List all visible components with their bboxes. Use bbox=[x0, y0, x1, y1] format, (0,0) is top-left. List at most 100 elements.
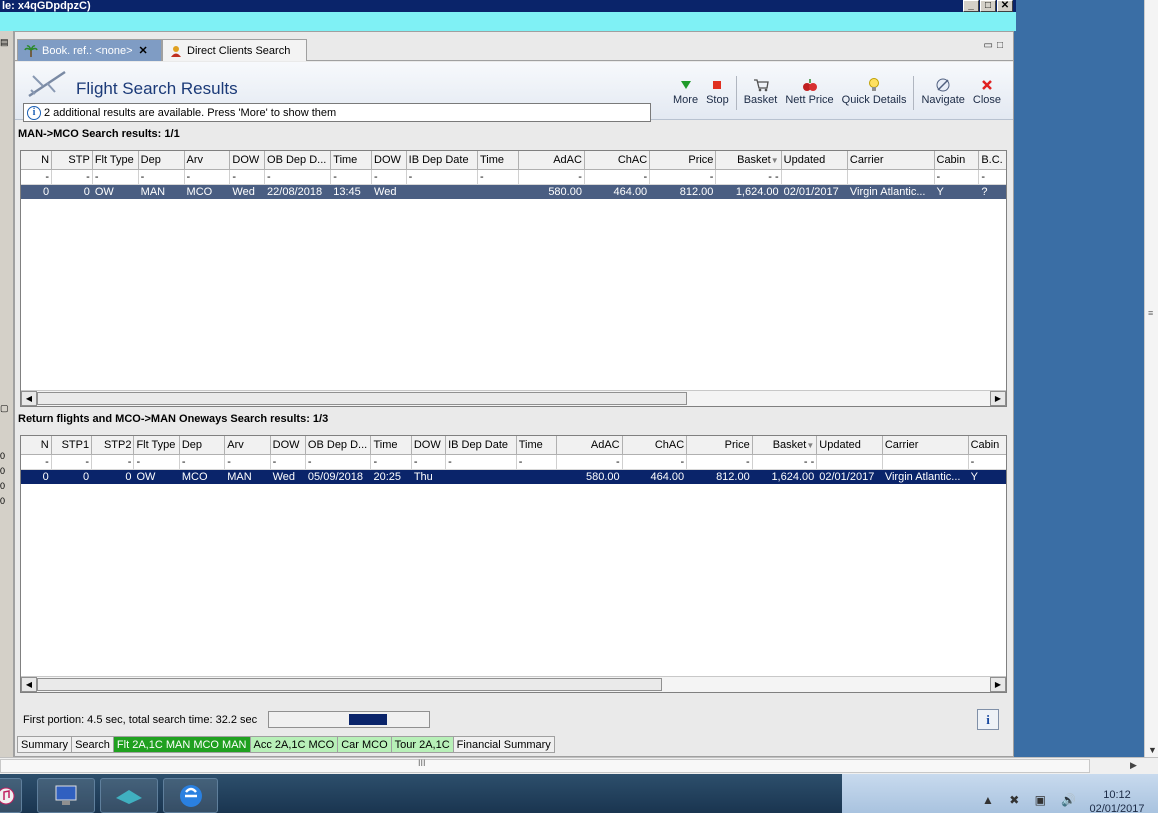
component-tab[interactable]: Financial Summary bbox=[452, 736, 555, 753]
filter-cell[interactable]: - bbox=[411, 454, 447, 470]
filter-cell[interactable]: - bbox=[133, 454, 180, 470]
column-header[interactable]: ChAC bbox=[584, 151, 651, 170]
filter-cell[interactable]: - bbox=[305, 454, 372, 470]
component-tab[interactable]: Flt 2A,1C MAN MCO MAN bbox=[112, 736, 251, 753]
column-header[interactable]: AdAC bbox=[556, 436, 623, 455]
close-tab-icon[interactable]: ✕ bbox=[139, 44, 148, 57]
maximize-button[interactable]: □ bbox=[980, 0, 996, 12]
column-header[interactable]: IB Dep Date bbox=[406, 151, 478, 170]
column-header[interactable]: OB Dep D... bbox=[305, 436, 372, 455]
component-tab[interactable]: Tour 2A,1C bbox=[390, 736, 454, 753]
taskbar-music-icon[interactable] bbox=[0, 778, 22, 813]
column-header[interactable]: N bbox=[21, 436, 52, 455]
filter-cell[interactable]: - bbox=[968, 454, 1006, 470]
filter-cell[interactable]: - bbox=[91, 454, 135, 470]
column-header[interactable]: Price bbox=[686, 436, 753, 455]
filter-cell[interactable]: - bbox=[21, 454, 52, 470]
filter-cell[interactable] bbox=[816, 454, 883, 470]
info-button[interactable]: i bbox=[977, 709, 999, 730]
column-header[interactable]: DOW bbox=[371, 151, 407, 170]
minimize-button[interactable]: _ bbox=[963, 0, 979, 12]
tab-direct-clients-search[interactable]: Direct Clients Search bbox=[162, 39, 307, 61]
filter-cell[interactable]: - bbox=[224, 454, 271, 470]
table-row[interactable]: 0 0 OW MAN MCO Wed 22/08/2018 13:45 Wed 580.00 464… bbox=[21, 184, 1006, 199]
filter-cell[interactable]: - bbox=[21, 169, 53, 185]
close-button[interactable]: Close bbox=[969, 76, 1005, 106]
filter-cell[interactable]: - bbox=[330, 169, 373, 185]
tray-icons[interactable]: ▲ ✖ ▣ 🔊 bbox=[982, 793, 1082, 807]
scroll-down-arrow-icon[interactable]: ▼ bbox=[1148, 745, 1157, 755]
column-header[interactable]: Cabin bbox=[934, 151, 980, 170]
filter-cell[interactable]: - bbox=[264, 169, 332, 185]
column-header[interactable]: DOW bbox=[411, 436, 447, 455]
filter-cell[interactable]: - bbox=[477, 169, 519, 185]
scroll-right-arrow-icon[interactable]: ▶ bbox=[1130, 760, 1137, 771]
basket-button[interactable]: Basket bbox=[740, 76, 782, 106]
column-header[interactable]: N bbox=[21, 151, 53, 170]
filter-cell[interactable]: - bbox=[406, 169, 478, 185]
component-tab[interactable]: Car MCO bbox=[337, 736, 392, 753]
column-header[interactable]: STP bbox=[51, 151, 93, 170]
tab-booking[interactable]: Book. ref.: <none> ✕ bbox=[17, 39, 162, 61]
column-header[interactable]: B.C. bbox=[978, 151, 1006, 170]
filter-cell[interactable]: - bbox=[51, 454, 93, 470]
filter-cell[interactable]: - bbox=[584, 169, 651, 185]
filter-row[interactable]: --------------- --- bbox=[21, 169, 1006, 185]
scroll-left-arrow-icon[interactable]: ◀ bbox=[21, 677, 37, 692]
column-header[interactable]: STP2 bbox=[91, 436, 135, 455]
filter-cell[interactable]: - bbox=[556, 454, 623, 470]
filter-cell[interactable]: - bbox=[371, 169, 407, 185]
filter-row[interactable]: ---------------- -- bbox=[21, 454, 1006, 470]
filter-cell[interactable]: - bbox=[184, 169, 231, 185]
column-header[interactable]: Time bbox=[370, 436, 412, 455]
scroll-thumb[interactable] bbox=[37, 678, 662, 691]
scroll-right-arrow-icon[interactable]: ▶ bbox=[990, 677, 1006, 692]
column-header[interactable]: Time bbox=[330, 151, 373, 170]
column-header[interactable]: Dep bbox=[138, 151, 185, 170]
column-header[interactable]: DOW bbox=[229, 151, 266, 170]
filter-cell[interactable]: - bbox=[978, 169, 1006, 185]
column-header[interactable]: ChAC bbox=[622, 436, 688, 455]
filter-cell[interactable] bbox=[847, 169, 935, 185]
nett-price-button[interactable]: Nett Price bbox=[781, 76, 837, 106]
component-tab[interactable]: Summary bbox=[17, 736, 73, 753]
component-tab[interactable]: Search bbox=[71, 736, 114, 753]
column-header[interactable]: Arv bbox=[184, 151, 231, 170]
column-header[interactable]: Basket▼ bbox=[715, 151, 782, 170]
filter-cell[interactable]: - bbox=[686, 454, 753, 470]
column-header[interactable]: Dep bbox=[179, 436, 226, 455]
filter-cell[interactable] bbox=[781, 169, 848, 185]
filter-cell[interactable]: - - bbox=[752, 454, 818, 470]
filter-cell[interactable]: - bbox=[649, 169, 717, 185]
stop-button[interactable]: Stop bbox=[702, 76, 733, 106]
column-header[interactable]: Price bbox=[649, 151, 717, 170]
taskbar-app-icon[interactable] bbox=[100, 778, 158, 813]
window-close-button[interactable]: ✕ bbox=[997, 0, 1013, 12]
filter-cell[interactable]: - bbox=[445, 454, 517, 470]
taskbar-browser-icon[interactable] bbox=[163, 778, 218, 813]
table-row[interactable]: 0 0 0 OW MCO MAN Wed 05/09/2018 20:25 Thu 580.00 46… bbox=[21, 469, 1006, 484]
column-header[interactable]: DOW bbox=[270, 436, 306, 455]
column-header[interactable]: Updated bbox=[816, 436, 883, 455]
column-header[interactable]: Basket▼ bbox=[752, 436, 818, 455]
outbound-horizontal-scrollbar[interactable]: ◀ ▶ bbox=[21, 390, 1006, 406]
scroll-track[interactable] bbox=[0, 759, 1090, 773]
more-button[interactable]: More bbox=[669, 76, 702, 106]
filter-cell[interactable]: - bbox=[934, 169, 980, 185]
filter-cell[interactable]: - bbox=[516, 454, 558, 470]
filter-cell[interactable]: - bbox=[179, 454, 226, 470]
filter-cell[interactable]: - bbox=[92, 169, 139, 185]
column-header[interactable]: AdAC bbox=[518, 151, 585, 170]
quick-details-button[interactable]: Quick Details bbox=[838, 76, 911, 106]
lower-scrollbar[interactable]: III ▶ bbox=[0, 757, 1158, 774]
column-header[interactable]: Cabin bbox=[968, 436, 1006, 455]
column-header[interactable]: Carrier bbox=[847, 151, 935, 170]
column-header[interactable]: IB Dep Date bbox=[445, 436, 517, 455]
filter-cell[interactable]: - bbox=[138, 169, 185, 185]
filter-cell[interactable]: - bbox=[622, 454, 688, 470]
scroll-left-arrow-icon[interactable]: ◀ bbox=[21, 391, 37, 406]
filter-cell[interactable]: - bbox=[51, 169, 93, 185]
filter-cell[interactable] bbox=[882, 454, 969, 470]
navigate-button[interactable]: Navigate bbox=[917, 76, 968, 106]
filter-cell[interactable]: - bbox=[229, 169, 266, 185]
